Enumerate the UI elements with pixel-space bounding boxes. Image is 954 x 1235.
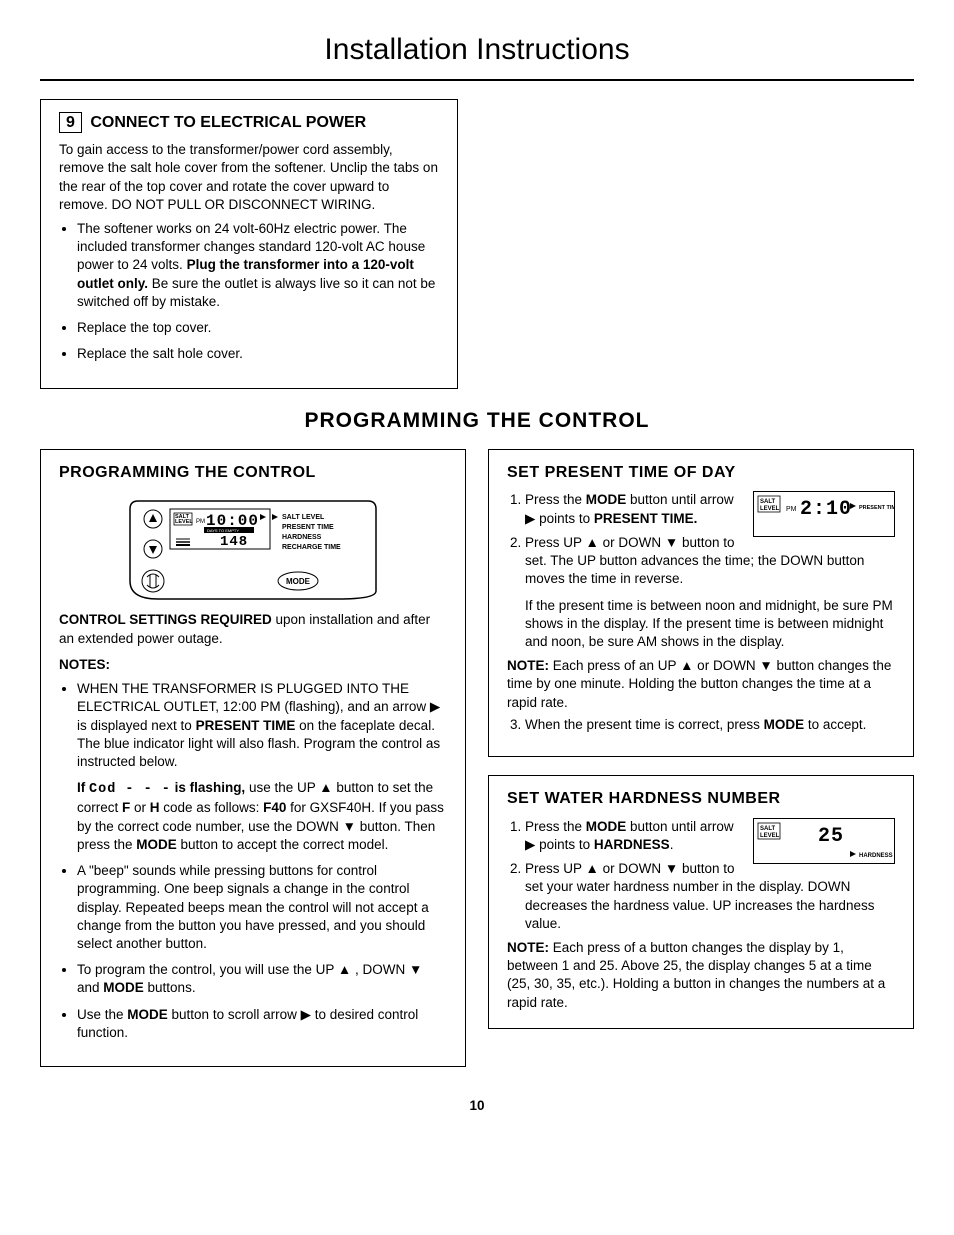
- set-time-step3: When the present time is correct, press …: [525, 716, 895, 734]
- diagram-value: 148: [220, 534, 248, 550]
- step-number: 9: [59, 112, 82, 133]
- prog-notes: WHEN THE TRANSFORMER IS PLUGGED INTO THE…: [59, 680, 447, 1042]
- control-diagram: SALT LEVEL PM 10:00 DAYS TO EMPTY 148 SA…: [128, 491, 378, 601]
- time-display: SALT LEVEL PM 2:10 PRESENT TIME: [753, 491, 895, 537]
- diagram-pm: PM: [196, 519, 205, 525]
- title-rule: [40, 79, 914, 81]
- set-time-box: SET PRESENT TIME OF DAY SALT LEVEL PM 2:…: [488, 449, 914, 757]
- note-mode-scroll: Use the MODE button to scroll arrow ▶ to…: [77, 1006, 447, 1042]
- diagram-label-presenttime: PRESENT TIME: [282, 524, 334, 531]
- svg-text:LEVEL: LEVEL: [760, 833, 780, 839]
- svg-text:LEVEL: LEVEL: [760, 506, 780, 512]
- control-settings-required: CONTROL SETTINGS REQUIRED upon installat…: [59, 611, 447, 647]
- display-time-value: 2:10: [800, 498, 852, 521]
- diagram-label-recharge: RECHARGE TIME: [282, 544, 341, 551]
- programming-section-title: PROGRAMMING THE CONTROL: [40, 407, 914, 435]
- note-beep: A "beep" sounds while pressing buttons f…: [77, 862, 447, 953]
- svg-text:PM: PM: [786, 506, 797, 513]
- set-time-step2: Press UP ▲ or DOWN ▼ button to set. The …: [525, 534, 895, 651]
- display-hardness-value: 25: [818, 825, 844, 848]
- diagram-level-label: LEVEL: [175, 519, 193, 525]
- svg-text:SALT: SALT: [760, 499, 776, 505]
- notes-label: NOTES:: [59, 656, 447, 674]
- diagram-mode-button: MODE: [286, 577, 311, 586]
- step9-bullets: The softener works on 24 volt-60Hz elect…: [59, 220, 439, 364]
- display-hardness-label: HARDNESS: [859, 853, 893, 859]
- step9-intro: To gain access to the transformer/power …: [59, 141, 439, 214]
- programming-control-box: PROGRAMMING THE CONTROL: [40, 449, 466, 1067]
- set-time-steps-cont: When the present time is correct, press …: [507, 716, 895, 734]
- svg-text:SALT: SALT: [760, 826, 776, 832]
- set-hardness-note: NOTE: Each press of a button changes the…: [507, 939, 895, 1012]
- page-number: 10: [40, 1097, 914, 1115]
- diagram-label-saltlevel: SALT LEVEL: [282, 514, 325, 521]
- set-time-header: SET PRESENT TIME OF DAY: [507, 462, 895, 484]
- step9-box: 9 CONNECT TO ELECTRICAL POWER To gain ac…: [40, 99, 458, 389]
- note-transformer: WHEN THE TRANSFORMER IS PLUGGED INTO THE…: [77, 680, 447, 854]
- diagram-label-hardness: HARDNESS: [282, 534, 322, 541]
- step9-bullet-saltcover: Replace the salt hole cover.: [77, 345, 439, 363]
- set-hardness-step2: Press UP ▲ or DOWN ▼ button to set your …: [525, 860, 895, 933]
- step9-header: 9 CONNECT TO ELECTRICAL POWER: [59, 112, 439, 134]
- note-buttons: To program the control, you will use the…: [77, 961, 447, 997]
- page-title: Installation Instructions: [40, 30, 914, 71]
- step9-bullet-power: The softener works on 24 volt-60Hz elect…: [77, 220, 439, 311]
- hardness-display: SALT LEVEL 25 HARDNESS: [753, 818, 895, 864]
- step9-title: CONNECT TO ELECTRICAL POWER: [90, 114, 366, 131]
- step9-bullet-topcover: Replace the top cover.: [77, 319, 439, 337]
- programming-header: PROGRAMMING THE CONTROL: [59, 462, 447, 484]
- set-time-note: NOTE: Each press of an UP ▲ or DOWN ▼ bu…: [507, 657, 895, 712]
- set-hardness-box: SET WATER HARDNESS NUMBER SALT LEVEL 25 …: [488, 775, 914, 1029]
- set-hardness-header: SET WATER HARDNESS NUMBER: [507, 788, 895, 810]
- display-time-label: PRESENT TIME: [859, 505, 894, 511]
- diagram-days-label: DAYS TO EMPTY: [207, 528, 239, 533]
